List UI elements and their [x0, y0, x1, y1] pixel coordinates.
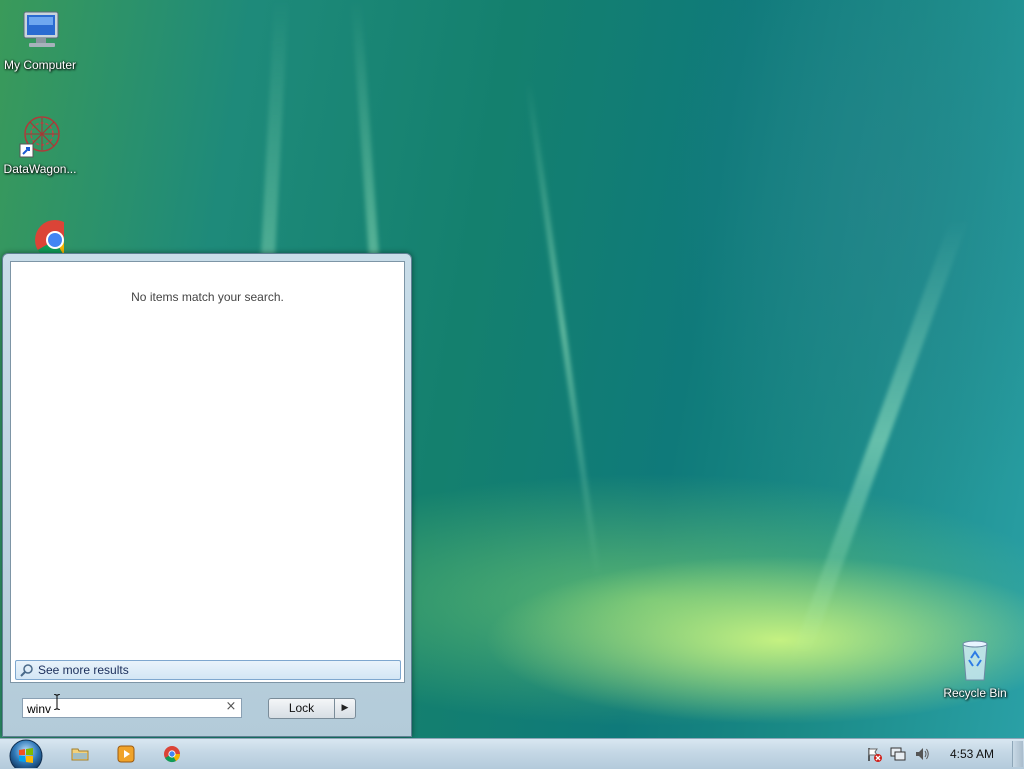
recycle-bin-icon	[951, 636, 999, 684]
media-player-icon	[117, 745, 135, 763]
windows-orb-icon	[9, 739, 43, 771]
wallpaper-streak	[524, 80, 602, 580]
text-cursor-icon	[54, 694, 60, 710]
start-menu-bottom-bar: winv × Lock ▶	[10, 686, 403, 730]
desktop-icon-recycle-bin[interactable]: Recycle Bin	[935, 636, 1015, 700]
wallpaper-streak	[789, 220, 969, 660]
search-icon	[20, 664, 33, 677]
taskbar-media-player-button[interactable]	[116, 744, 136, 764]
start-menu: No items match your search. See more res…	[2, 253, 412, 737]
see-more-label: See more results	[38, 663, 129, 677]
taskbar-explorer-button[interactable]	[70, 744, 90, 764]
desktop-icon-label: Recycle Bin	[943, 686, 1007, 700]
chrome-icon	[164, 746, 181, 763]
arrow-right-icon: ▶	[341, 703, 349, 713]
see-more-results-link[interactable]: See more results	[15, 660, 401, 680]
no-results-message: No items match your search.	[131, 290, 284, 304]
action-center-flag-icon[interactable]	[866, 746, 882, 762]
network-icon[interactable]	[890, 746, 906, 762]
volume-icon[interactable]	[914, 746, 930, 762]
power-options-arrow-button[interactable]: ▶	[334, 698, 356, 719]
clock[interactable]: 4:53 AM	[950, 747, 994, 761]
datawagon-icon	[16, 112, 64, 160]
desktop-icon-my-computer[interactable]: My Computer	[0, 8, 80, 72]
desktop-icon-label: My Computer	[3, 58, 77, 72]
search-results-pane: No items match your search. See more res…	[10, 261, 405, 683]
computer-icon	[16, 8, 64, 56]
start-button[interactable]	[7, 738, 45, 771]
folder-icon	[71, 748, 89, 761]
taskbar: 4:53 AM	[0, 738, 1024, 769]
desktop-icon-datawagon[interactable]: DataWagon...	[0, 112, 80, 176]
clear-icon[interactable]: ×	[224, 700, 238, 714]
lock-button[interactable]: Lock	[268, 698, 334, 719]
show-desktop-button[interactable]	[1012, 741, 1023, 767]
taskbar-chrome-button[interactable]	[162, 744, 182, 764]
desktop-icon-label: DataWagon...	[3, 162, 77, 176]
